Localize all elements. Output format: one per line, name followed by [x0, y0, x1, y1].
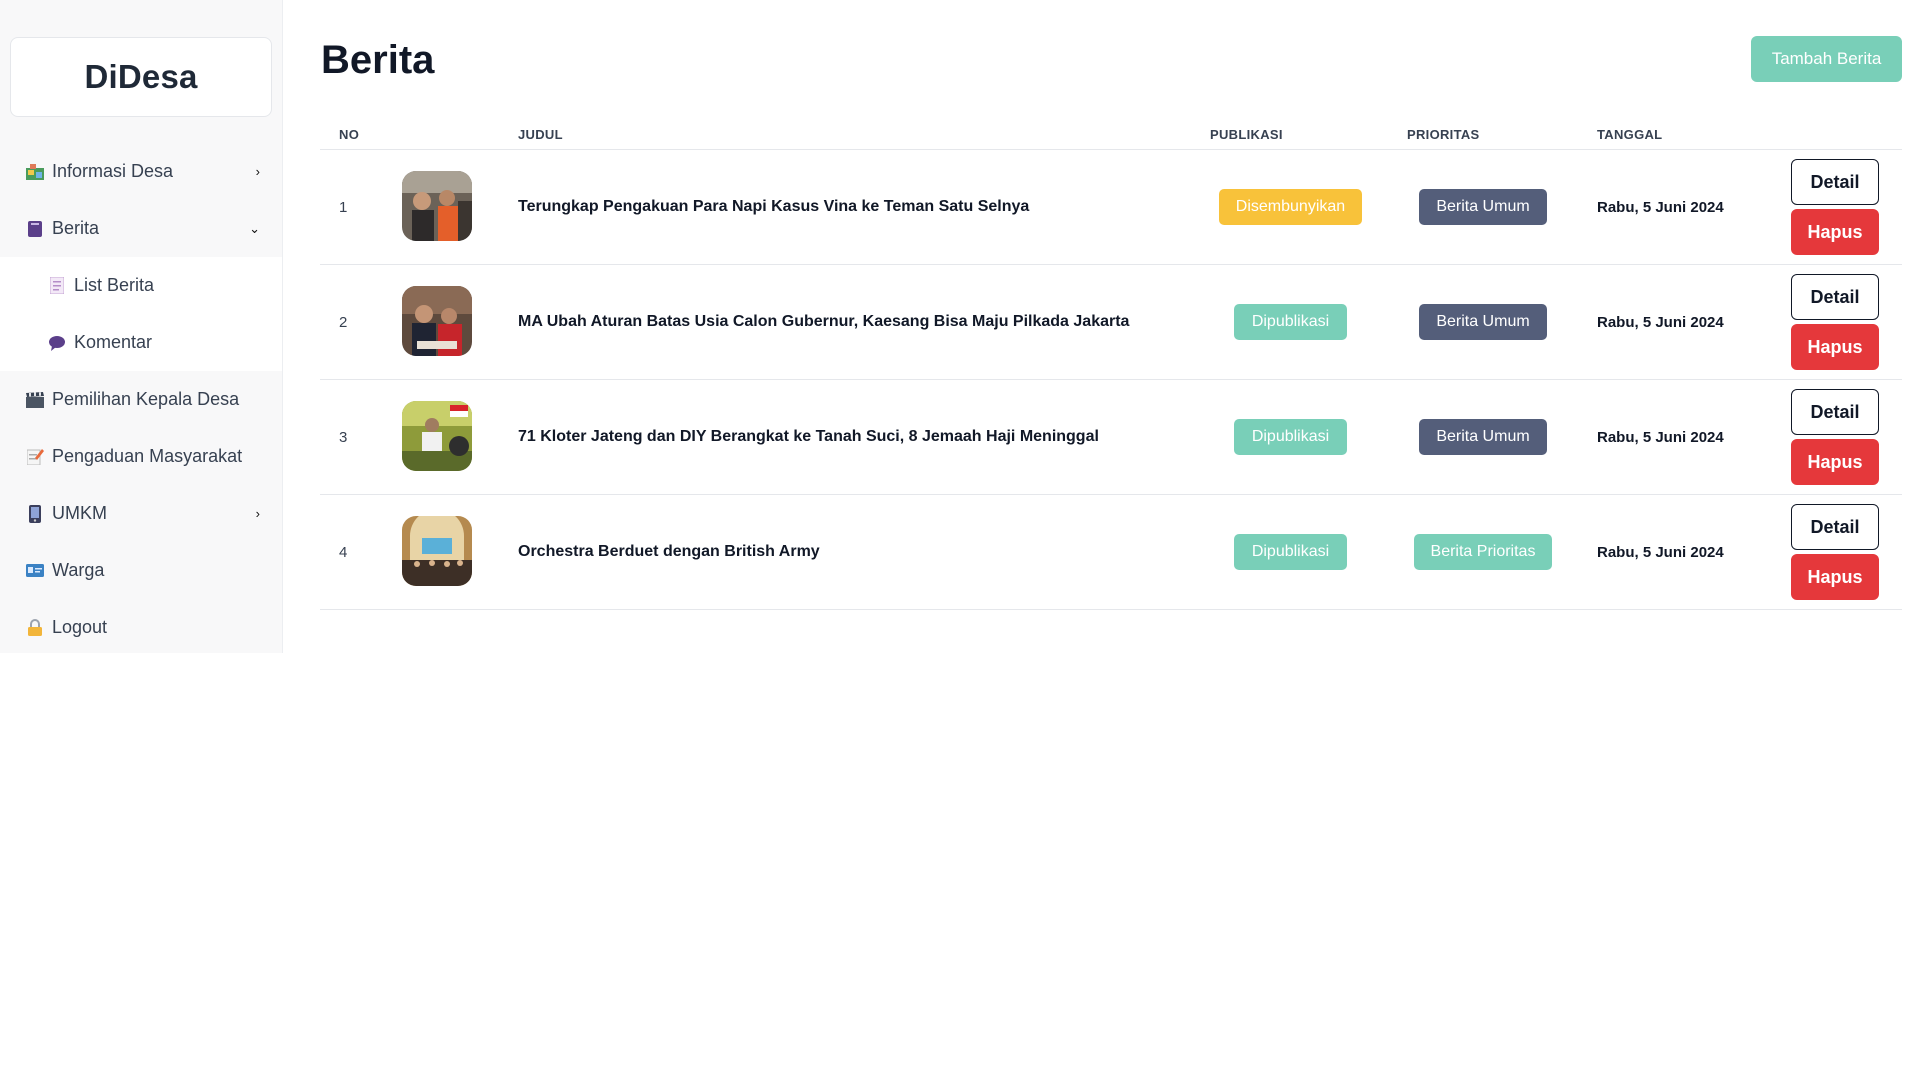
brand-logo[interactable]: DiDesa: [10, 37, 272, 117]
brand-name: DiDesa: [84, 58, 198, 95]
news-date: Rabu, 5 Juni 2024: [1597, 429, 1724, 446]
sidebar-item-label: Warga: [52, 560, 105, 580]
detail-button[interactable]: Detail: [1791, 274, 1879, 320]
delete-button[interactable]: Hapus: [1791, 324, 1879, 370]
id-card-icon: [26, 562, 44, 580]
row-number: 1: [339, 199, 348, 216]
chevron-right-icon: ›: [255, 506, 260, 521]
news-thumbnail: [402, 401, 472, 471]
sidebar-item-label: Pengaduan Masyarakat: [52, 446, 243, 466]
detail-button[interactable]: Detail: [1791, 389, 1879, 435]
berita-table: NO JUDUL PUBLIKASI PRIORITAS TANGGAL 1 T…: [320, 118, 1902, 610]
column-header-prioritas: PRIORITAS: [1407, 127, 1480, 142]
news-date: Rabu, 5 Juni 2024: [1597, 544, 1724, 561]
priority-badge: Berita Umum: [1419, 189, 1547, 225]
row-number: 4: [339, 544, 348, 561]
status-badge-published: Dipublikasi: [1234, 304, 1347, 340]
status-badge-hidden: Disembunyikan: [1219, 189, 1362, 225]
sidebar-item-label: UMKM: [52, 503, 107, 523]
lock-icon: [26, 619, 44, 637]
news-title[interactable]: MA Ubah Aturan Batas Usia Calon Gubernur…: [518, 313, 1129, 331]
priority-badge: Berita Umum: [1419, 419, 1547, 455]
sidebar-item-label: Logout: [52, 617, 108, 637]
delete-button[interactable]: Hapus: [1791, 439, 1879, 485]
sidebar-item-label: Komentar: [74, 332, 153, 352]
priority-badge: Berita Umum: [1419, 304, 1547, 340]
news-title[interactable]: 71 Kloter Jateng dan DIY Berangkat ke Ta…: [518, 428, 1099, 446]
clapper-icon: [26, 391, 44, 409]
priority-badge: Berita Prioritas: [1414, 534, 1552, 570]
phone-icon: [26, 504, 44, 523]
table-row: 3 71 Kloter Jateng dan DIY Berangkat ke …: [320, 380, 1902, 495]
chevron-down-icon: ⌄: [249, 220, 260, 236]
news-thumbnail: [402, 171, 472, 241]
row-number: 3: [339, 429, 348, 446]
status-badge-published: Dipublikasi: [1234, 534, 1347, 570]
sidebar-item-label: Informasi Desa: [52, 161, 174, 181]
sidebar-item-umkm[interactable]: UMKM ›: [0, 485, 282, 542]
page-title: Berita: [321, 38, 435, 82]
news-title[interactable]: Terungkap Pengakuan Para Napi Kasus Vina…: [518, 198, 1029, 216]
delete-button[interactable]: Hapus: [1791, 209, 1879, 255]
detail-button[interactable]: Detail: [1791, 159, 1879, 205]
table-row: 4 Orchestra Berduet dengan British Army …: [320, 495, 1902, 610]
column-header-publikasi: PUBLIKASI: [1210, 127, 1283, 142]
column-header-tanggal: TANGGAL: [1597, 127, 1663, 142]
status-badge-published: Dipublikasi: [1234, 419, 1347, 455]
table-header: NO JUDUL PUBLIKASI PRIORITAS TANGGAL: [320, 118, 1902, 150]
sidebar-item-pemilihan-kepala-desa[interactable]: Pemilihan Kepala Desa: [0, 371, 282, 428]
sidebar-item-label: List Berita: [74, 275, 155, 295]
delete-button[interactable]: Hapus: [1791, 554, 1879, 600]
table-row: 1 Terungkap Pengakuan Para Napi Kasus Vi…: [320, 150, 1902, 265]
submenu-berita: List Berita Komentar: [0, 257, 282, 371]
memo-icon: [26, 448, 44, 466]
news-date: Rabu, 5 Juni 2024: [1597, 199, 1724, 216]
book-icon: [26, 220, 44, 238]
news-thumbnail: [402, 286, 472, 356]
sidebar-item-label: Pemilihan Kepala Desa: [52, 389, 240, 409]
page-icon: [48, 277, 66, 295]
news-date: Rabu, 5 Juni 2024: [1597, 314, 1724, 331]
sidebar-item-label: Berita: [52, 218, 100, 238]
sidebar-item-pengaduan-masyarakat[interactable]: Pengaduan Masyarakat: [0, 428, 282, 485]
news-title[interactable]: Orchestra Berduet dengan British Army: [518, 543, 820, 561]
sidebar: DiDesa Informasi Desa › Berita ⌄ List Be…: [0, 0, 283, 653]
news-thumbnail: [402, 516, 472, 586]
detail-button[interactable]: Detail: [1791, 504, 1879, 550]
map-icon: [26, 163, 44, 181]
sidebar-item-komentar[interactable]: Komentar: [0, 314, 282, 371]
sidebar-item-warga[interactable]: Warga: [0, 542, 282, 599]
sidebar-item-informasi-desa[interactable]: Informasi Desa ›: [0, 143, 282, 200]
sidebar-item-berita[interactable]: Berita ⌄: [0, 200, 282, 257]
chevron-right-icon: ›: [255, 164, 260, 179]
sidebar-item-logout[interactable]: Logout: [0, 599, 282, 656]
sidebar-nav: Informasi Desa › Berita ⌄ List Berita Ko…: [0, 143, 282, 656]
sidebar-item-list-berita[interactable]: List Berita: [0, 257, 282, 314]
table-row: 2 MA Ubah Aturan Batas Usia Calon Gubern…: [320, 265, 1902, 380]
column-header-judul: JUDUL: [518, 127, 563, 142]
column-header-no: NO: [339, 127, 360, 142]
row-number: 2: [339, 314, 348, 331]
speech-bubble-icon: [48, 334, 66, 352]
add-berita-button[interactable]: Tambah Berita: [1751, 36, 1902, 82]
